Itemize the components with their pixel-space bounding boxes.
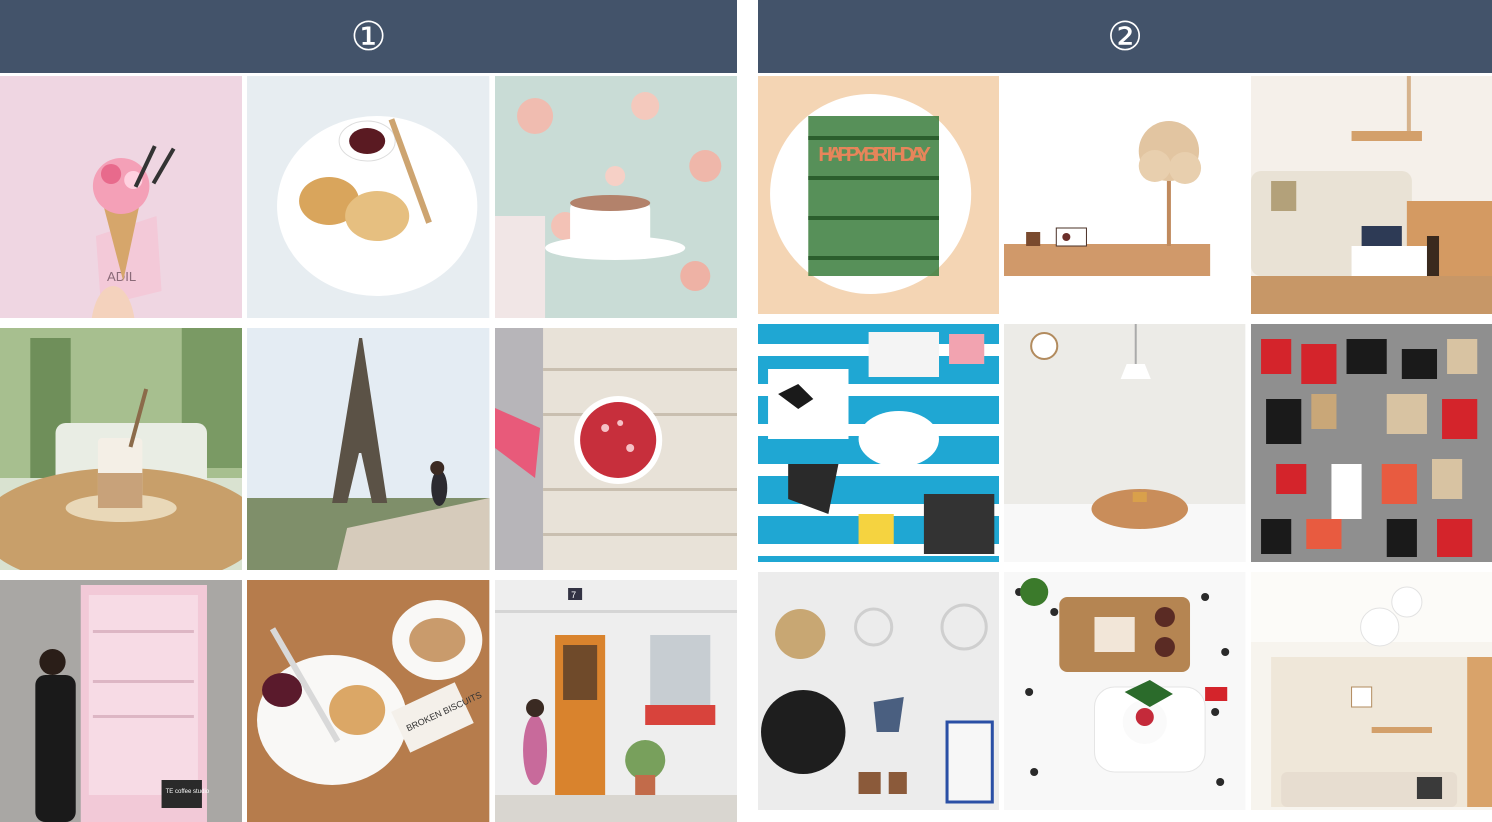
panel-2-header: ② (758, 0, 1492, 73)
birthday-text: HAPPY BIRTHDAY (818, 144, 931, 166)
photo-wooden-tree-shelf[interactable] (1004, 76, 1246, 314)
photo-blue-waves-display[interactable] (758, 324, 1000, 562)
photo-berry-bowl[interactable] (494, 328, 737, 570)
photo-eiffel-tower[interactable] (247, 328, 490, 570)
photo-broken-biscuits[interactable]: BROKEN BISCUITS (247, 580, 490, 822)
photo-minimal-room[interactable] (1004, 324, 1246, 562)
photo-ice-cream[interactable]: ADIL (0, 76, 243, 318)
photo-coffee-wallpaper[interactable] (494, 76, 737, 318)
photo-flatlay-objects[interactable] (758, 572, 1000, 810)
photo-birthday-plate[interactable]: HAPPY BIRTHDAY (758, 76, 1000, 314)
shop-sign: TE coffee studio (166, 789, 210, 795)
panel-1-header: ① (0, 0, 737, 73)
photo-paris-door[interactable]: 7 (494, 580, 737, 822)
panel-1-label: ① (350, 13, 387, 60)
photo-christmas-cake[interactable] (1004, 572, 1246, 810)
door-number: 7 (571, 590, 576, 600)
photo-scones-plate[interactable] (247, 76, 490, 318)
photo-bright-living-room[interactable] (1250, 572, 1492, 810)
photo-pink-door[interactable]: TE coffee studio (0, 580, 243, 822)
photo-grid-2: HAPPY BIRTHDAY (758, 76, 1492, 810)
panel-1: ① ADIL TE coffee studio BROKEN BISCUITS … (0, 0, 737, 822)
photo-wrapped-gifts[interactable] (1250, 324, 1492, 562)
photo-grid-1: ADIL TE coffee studio BROKEN BISCUITS 7 (0, 76, 737, 822)
photo-living-room-sofa[interactable] (1250, 76, 1492, 314)
photo-iced-latte[interactable] (0, 328, 243, 570)
panel-2-label: ② (1107, 13, 1143, 60)
panel-2: ② HAPPY BIRTHDAY (758, 0, 1492, 810)
